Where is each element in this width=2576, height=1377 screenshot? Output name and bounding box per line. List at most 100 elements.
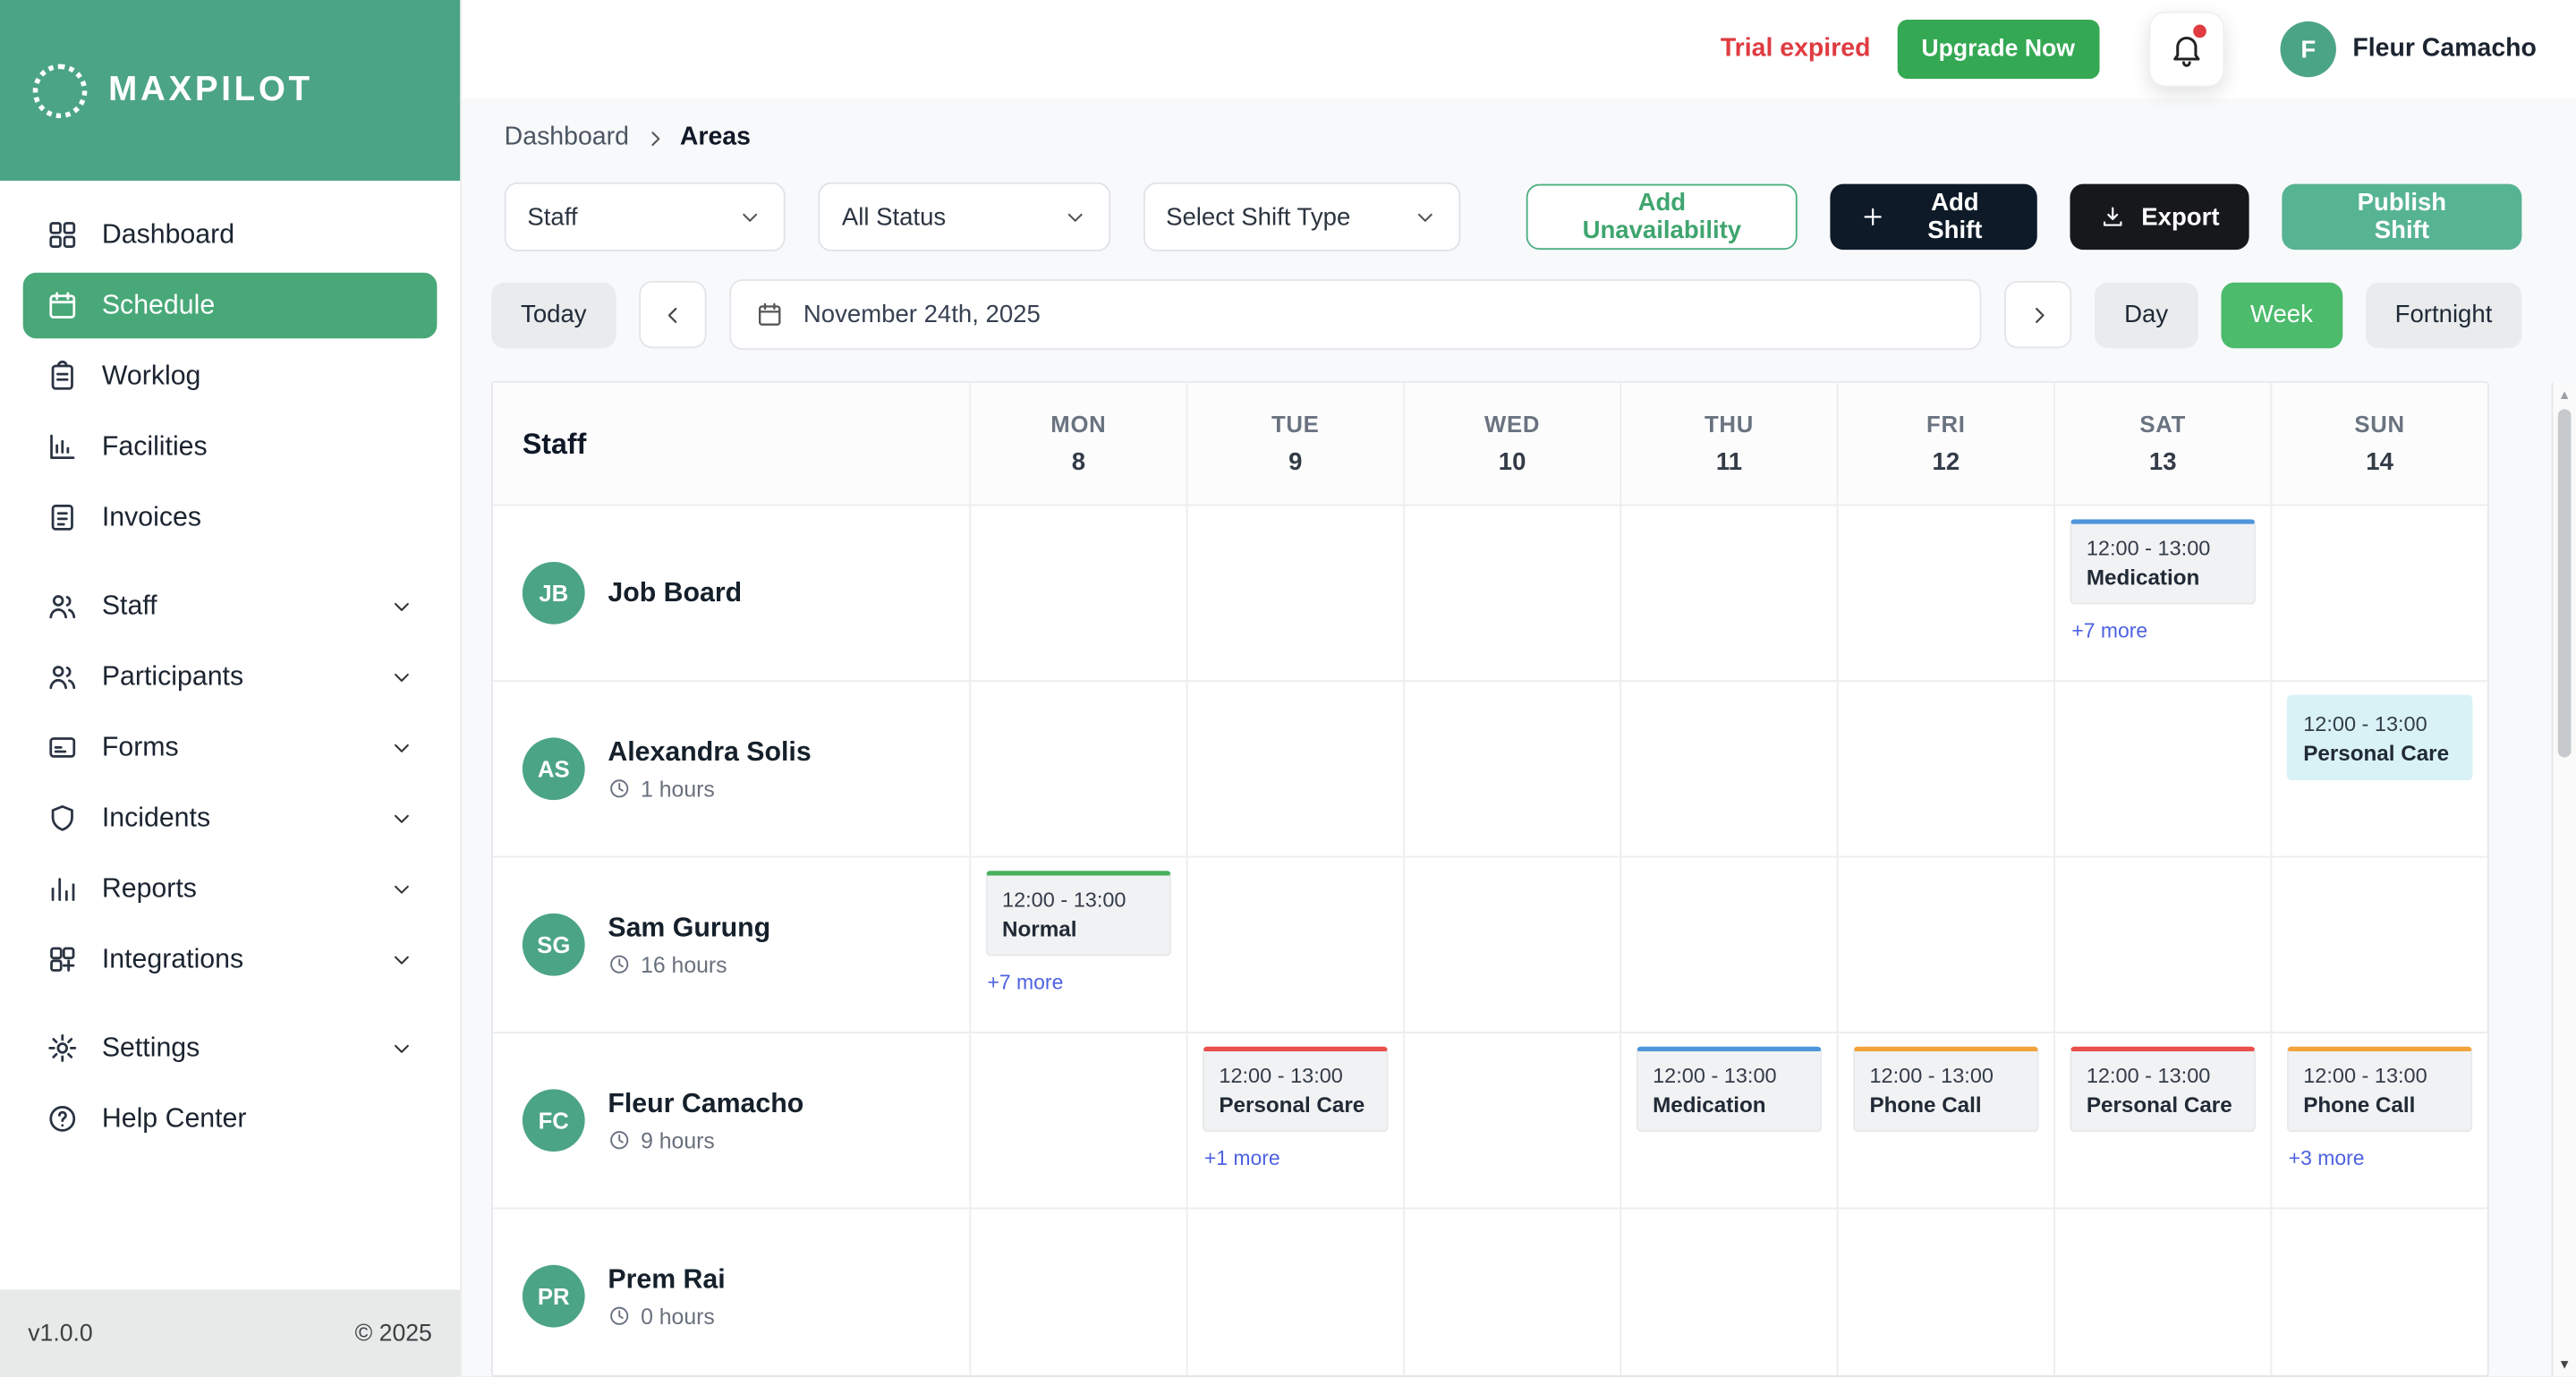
sidebar-item-reports[interactable]: Reports — [23, 856, 438, 922]
table-row: JBJob Board 12:00 - 13:00Medication +7 mor… — [493, 506, 2487, 682]
help-icon — [46, 1102, 79, 1135]
add-shift-button[interactable]: Add Shift — [1831, 184, 2037, 250]
notification-dot — [2193, 25, 2206, 38]
sidebar-item-integrations[interactable]: Integrations — [23, 927, 438, 992]
view-day-button[interactable]: Day — [2095, 282, 2198, 347]
next-week-button[interactable] — [2004, 281, 2071, 348]
status-filter-dropdown[interactable]: All Status — [819, 183, 1110, 251]
sidebar-item-settings[interactable]: Settings — [23, 1016, 438, 1081]
staff-cell: JBJob Board — [493, 506, 969, 681]
schedule-cell[interactable]: 12:00 - 13:00 Personal Care +1 more — [1186, 1033, 1403, 1208]
filters-row: Staff All Status Select Shift Type Add U… — [505, 184, 2522, 250]
schedule-cell[interactable] — [1620, 857, 1836, 1032]
schedule-cell[interactable] — [1186, 682, 1403, 856]
shift-type-filter-dropdown[interactable]: Select Shift Type — [1143, 183, 1459, 251]
schedule-cell[interactable]: 12:00 - 13:00Personal Care — [2270, 682, 2487, 856]
schedule-cell[interactable] — [1837, 682, 2053, 856]
shift-card[interactable]: 12:00 - 13:00 Personal Care — [1203, 1047, 1388, 1132]
scroll-down-arrow[interactable]: ▼ — [2553, 1357, 2576, 1373]
schedule-cell[interactable] — [1403, 682, 1620, 856]
shift-card[interactable]: 12:00 - 13:00Normal — [986, 871, 1171, 956]
add-unavailability-button[interactable]: Add Unavailability — [1526, 184, 1798, 250]
schedule-cell[interactable] — [2053, 682, 2270, 856]
schedule-cell[interactable]: 12:00 - 13:00Medication — [1620, 1033, 1836, 1208]
schedule-cell[interactable] — [2053, 857, 2270, 1032]
shift-card[interactable]: 12:00 - 13:00Medication — [2070, 519, 2255, 604]
schedule-cell[interactable] — [969, 1209, 1186, 1376]
schedule-cell[interactable] — [969, 1033, 1186, 1208]
staff-filter-dropdown[interactable]: Staff — [505, 183, 786, 251]
more-link[interactable]: +1 more — [1204, 1147, 1403, 1170]
date-picker-input[interactable]: November 24th, 2025 — [729, 279, 1981, 350]
schedule-cell[interactable] — [1620, 682, 1836, 856]
schedule-cell[interactable] — [1837, 857, 2053, 1032]
schedule-cell[interactable] — [1186, 506, 1403, 681]
day-name: SUN — [2354, 411, 2404, 437]
scrollbar[interactable]: ▲ ▼ — [2551, 383, 2576, 1377]
sidebar-item-schedule[interactable]: Schedule — [23, 273, 438, 338]
schedule-cell[interactable]: 12:00 - 13:00Personal Care — [2053, 1033, 2270, 1208]
shift-time: 12:00 - 13:00 — [1219, 1063, 1372, 1088]
sidebar-item-invoices[interactable]: Invoices — [23, 485, 438, 550]
scrollbar-thumb[interactable] — [2558, 409, 2572, 757]
notifications-button[interactable] — [2149, 12, 2224, 87]
chevron-down-icon — [389, 735, 414, 761]
gear-icon — [46, 1032, 79, 1065]
breadcrumb-dashboard[interactable]: Dashboard — [505, 123, 629, 153]
more-link[interactable]: +3 more — [2289, 1147, 2487, 1170]
sidebar-item-participants[interactable]: Participants — [23, 644, 438, 710]
schedule-cell[interactable] — [1837, 506, 2053, 681]
prev-week-button[interactable] — [639, 281, 706, 348]
shift-card[interactable]: 12:00 - 13:00Medication — [1637, 1047, 1822, 1132]
sidebar-item-worklog[interactable]: Worklog — [23, 344, 438, 409]
schedule-cell[interactable] — [1403, 1033, 1620, 1208]
schedule-cell[interactable] — [2270, 857, 2487, 1032]
schedule-cell[interactable] — [969, 682, 1186, 856]
shift-time: 12:00 - 13:00 — [2087, 1063, 2240, 1088]
schedule-cell[interactable] — [1403, 857, 1620, 1032]
clock-icon — [608, 953, 631, 976]
sidebar-item-dashboard[interactable]: Dashboard — [23, 202, 438, 268]
schedule-cell[interactable]: 12:00 - 13:00Medication +7 more — [2053, 506, 2270, 681]
publish-shift-button[interactable]: Publish Shift — [2282, 184, 2521, 250]
shift-card[interactable]: 12:00 - 13:00Personal Care — [2070, 1047, 2255, 1132]
sidebar-item-incidents[interactable]: Incidents — [23, 786, 438, 851]
schedule-cell[interactable] — [1403, 1209, 1620, 1376]
schedule-cell[interactable] — [1620, 506, 1836, 681]
schedule-cell[interactable]: 12:00 - 13:00Phone Call +3 more — [2270, 1033, 2487, 1208]
copyright: © 2025 — [355, 1320, 432, 1346]
schedule-cell[interactable]: 12:00 - 13:00Phone Call — [1837, 1033, 2053, 1208]
sidebar-item-staff[interactable]: Staff — [23, 574, 438, 639]
sidebar-item-help-center[interactable]: Help Center — [23, 1086, 438, 1152]
more-link[interactable]: +7 more — [987, 971, 1186, 994]
shift-card[interactable]: 12:00 - 13:00Phone Call — [2287, 1047, 2472, 1132]
day-name: MON — [1050, 411, 1106, 437]
view-week-button[interactable]: Week — [2221, 282, 2342, 347]
today-button[interactable]: Today — [491, 282, 616, 347]
schedule-cell[interactable] — [2270, 506, 2487, 681]
more-link[interactable]: +7 more — [2071, 619, 2270, 642]
schedule-cell[interactable] — [1837, 1209, 2053, 1376]
user-menu[interactable]: F Fleur Camacho — [2281, 21, 2537, 77]
schedule-cell[interactable] — [969, 506, 1186, 681]
table-row: FCFleur Camacho9 hours12:00 - 13:00Perso… — [493, 1033, 2487, 1209]
export-button[interactable]: Export — [2070, 184, 2249, 250]
day-number: 8 — [1072, 448, 1085, 476]
sidebar-item-facilities[interactable]: Facilities — [23, 414, 438, 480]
scroll-up-arrow[interactable]: ▲ — [2553, 387, 2576, 403]
clock-icon — [608, 1305, 631, 1328]
schedule-cell[interactable] — [1620, 1209, 1836, 1376]
schedule-cell[interactable] — [2053, 1209, 2270, 1376]
schedule-cell[interactable] — [1403, 506, 1620, 681]
shift-card[interactable]: 12:00 - 13:00Personal Care — [2287, 695, 2472, 780]
schedule-cell[interactable] — [2270, 1209, 2487, 1376]
upgrade-now-button[interactable]: Upgrade Now — [1897, 20, 2100, 79]
day-number: 10 — [1499, 448, 1526, 476]
schedule-cell[interactable]: 12:00 - 13:00Normal +7 more — [969, 857, 1186, 1032]
shift-card[interactable]: 12:00 - 13:00Phone Call — [1853, 1047, 2038, 1132]
schedule-cell[interactable] — [1186, 1209, 1403, 1376]
view-fortnight-button[interactable]: Fortnight — [2366, 282, 2522, 347]
schedule-cell[interactable] — [1186, 857, 1403, 1032]
sidebar-item-forms[interactable]: Forms — [23, 715, 438, 780]
shift-label: Personal Care — [1219, 1092, 1372, 1118]
